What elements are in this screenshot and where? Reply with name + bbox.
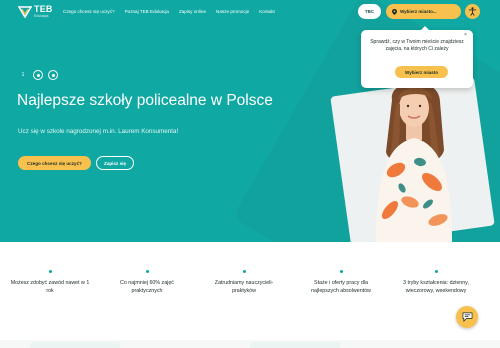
feature-bullet-icon <box>434 270 438 273</box>
features-row: Możesz zdobyć zawód nawet w 1 rok Co naj… <box>0 270 500 330</box>
student-photo-illustration <box>376 82 452 242</box>
bottom-card <box>30 342 120 348</box>
city-popup: × Sprawdź, czy w Twoim mieście znajdzies… <box>361 26 473 88</box>
hero-title: Najlepsze szkoły policealne w Polsce <box>17 92 273 109</box>
slide-dot-3[interactable] <box>48 70 58 80</box>
feature-text: 3 tryby kształcenia: dzienny, wieczorowy… <box>403 280 469 294</box>
slide-number: 1 <box>21 72 25 78</box>
city-select-button[interactable]: Wybierz miasto... <box>386 4 461 19</box>
accessibility-button[interactable] <box>465 4 480 19</box>
nav-link-contact[interactable]: Kontakt <box>259 9 275 14</box>
nav-link-enroll[interactable]: Zapisy online <box>179 9 206 14</box>
hero-subtitle: Ucz się w szkole nagrodzonej m.in. Laure… <box>18 128 179 135</box>
feature-item: 3 tryby kształcenia: dzienny, wieczorowy… <box>396 270 476 295</box>
feature-bullet-icon <box>145 270 149 273</box>
feature-item: Staże i oferty pracy dla najlepszych abs… <box>301 270 381 295</box>
feature-item: Możesz zdobyć zawód nawet w 1 rok <box>10 270 90 295</box>
feature-text: Staże i oferty pracy dla najlepszych abs… <box>311 280 371 294</box>
feature-item: Co najmniej 60% zajęć praktycznych <box>107 270 187 295</box>
slide-dot-2[interactable] <box>33 70 43 80</box>
hero-photo <box>330 70 495 242</box>
feature-text: Możesz zdobyć zawód nawet w 1 rok <box>10 280 90 294</box>
feature-bullet-icon <box>339 270 343 273</box>
feature-item: Zatrudniamy nauczycieli-praktyków <box>204 270 284 295</box>
nav-link-about[interactable]: Poznaj TEB Edukacja <box>125 9 169 14</box>
chat-button[interactable] <box>456 306 478 328</box>
logo-name: TEB <box>34 4 53 14</box>
tbc-button[interactable]: TBC <box>358 4 381 19</box>
city-select-label: Wybierz miasto... <box>400 9 437 14</box>
accessibility-icon <box>468 7 477 16</box>
map-pin-icon <box>392 8 397 15</box>
nav-links: Czego chcesz się uczyć? Poznaj TEB Eduka… <box>63 9 275 14</box>
feature-bullet-icon <box>242 270 246 273</box>
nav-link-promotions[interactable]: Nasze promocje <box>216 9 249 14</box>
popup-message: Sprawdź, czy w Twoim mieście znajdziesz … <box>370 39 464 52</box>
logo[interactable]: TEB Edukacja <box>18 5 53 19</box>
feature-text: Zatrudniamy nauczycieli-praktyków <box>214 280 274 294</box>
popup-choose-city-button[interactable]: Wybierz miasto <box>395 66 448 78</box>
logo-subtitle: Edukacja <box>34 14 49 18</box>
top-navigation: TEB Edukacja Czego chcesz się uczyć? Poz… <box>0 0 500 26</box>
courses-cta-button[interactable]: Czego chcesz się uczyć? <box>18 156 91 170</box>
feature-text: Co najmniej 60% zajęć praktycznych <box>120 280 174 294</box>
slider-controls: 1 <box>18 70 58 80</box>
chat-bubble-icon <box>462 312 472 322</box>
teb-logo-icon <box>18 5 32 18</box>
enroll-button[interactable]: Zapisz się <box>96 156 134 170</box>
feature-bullet-icon <box>48 270 52 273</box>
bottom-card <box>250 342 340 348</box>
nav-link-courses[interactable]: Czego chcesz się uczyć? <box>63 9 115 14</box>
close-icon[interactable]: × <box>464 33 467 38</box>
